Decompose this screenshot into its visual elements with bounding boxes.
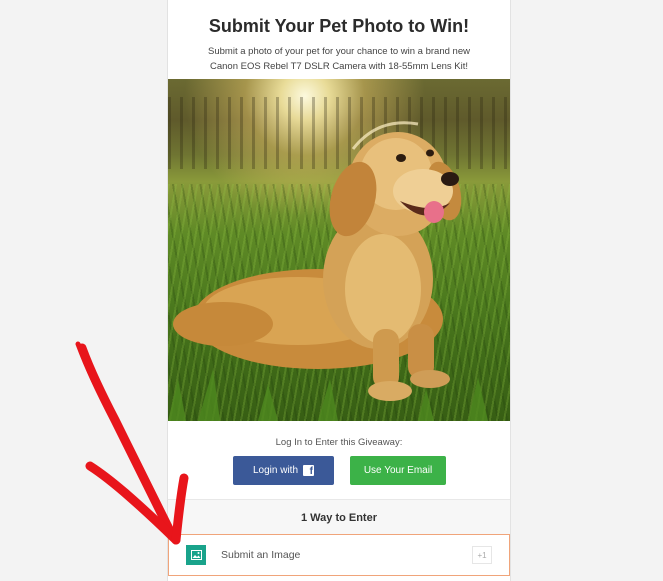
ways-to-enter-label: 1 Way to Enter xyxy=(301,511,377,524)
golden-retriever-image xyxy=(168,121,488,421)
entry-label: Submit an Image xyxy=(221,549,301,561)
facebook-button-label: Login with xyxy=(252,465,299,476)
facebook-icon: f xyxy=(303,465,315,476)
giveaway-title: Submit Your Pet Photo to Win! xyxy=(208,16,470,36)
entry-submit-image[interactable]: Submit an Image +1 xyxy=(168,534,510,576)
ways-to-enter-header: 1 Way to Enter xyxy=(168,499,510,535)
login-prompt: Log In to Enter this Giveaway: xyxy=(275,437,403,448)
description-line-2: Canon EOS Rebel T7 DSLR Camera with 18-5… xyxy=(209,61,469,72)
login-with-facebook-button[interactable]: Login with f xyxy=(233,456,334,485)
description-line-1: Submit a photo of your pet for your chan… xyxy=(208,46,470,57)
page: Submit Your Pet Photo to Win! Submit a p… xyxy=(0,0,663,581)
giveaway-description: Submit a photo of your pet for your chan… xyxy=(188,44,490,74)
entry-points-badge: +1 xyxy=(472,546,492,564)
dog-photo xyxy=(168,79,510,421)
use-your-email-button[interactable]: Use Your Email xyxy=(350,456,446,485)
giveaway-card: Submit Your Pet Photo to Win! Submit a p… xyxy=(167,0,511,581)
image-icon xyxy=(186,545,206,565)
email-button-label: Use Your Email xyxy=(363,465,433,476)
